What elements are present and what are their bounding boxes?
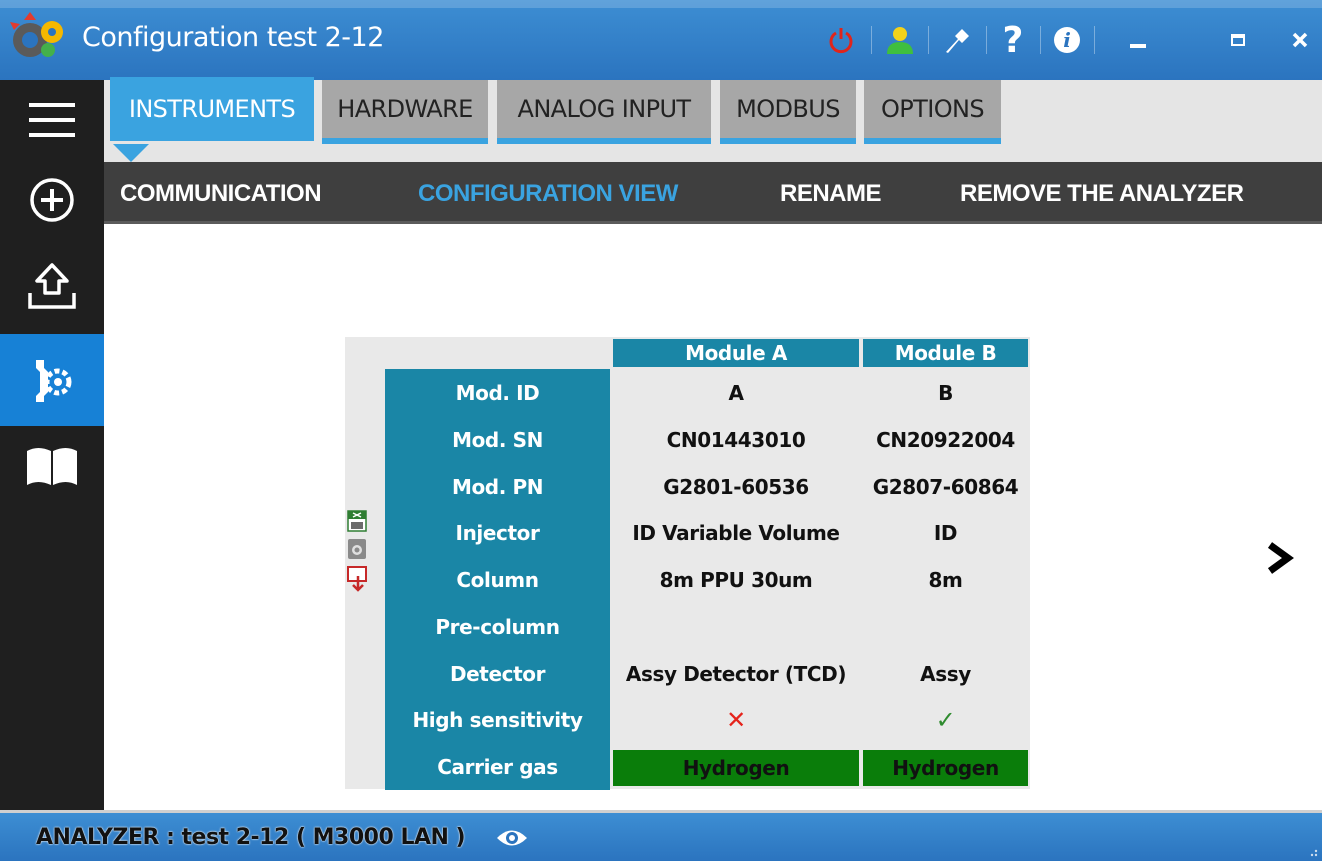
info-button[interactable]: i <box>1050 22 1084 58</box>
sidebar-menu-button[interactable] <box>0 80 104 160</box>
column-header-module-a: Module A <box>613 339 859 367</box>
title-bar: Configuration test 2-12 ? i <box>0 0 1322 80</box>
module-a-carrier-gas: Hydrogen <box>613 749 859 787</box>
sub-menu: COMMUNICATION CONFIGURATION VIEW RENAME … <box>104 162 1322 224</box>
submenu-configuration-view[interactable]: CONFIGURATION VIEW <box>418 180 678 208</box>
submenu-remove-analyzer[interactable]: REMOVE THE ANALYZER <box>960 180 1244 208</box>
window-title: Configuration test 2-12 <box>82 22 384 53</box>
module-b-mod-sn: CN20922004 <box>876 428 1015 453</box>
status-bar: ANALYZER : test 2-12 ( M3000 LAN ) <box>0 810 1322 861</box>
help-button[interactable]: ? <box>996 19 1030 61</box>
module-a-mod-sn: CN01443010 <box>666 428 806 453</box>
menu-icon <box>29 103 75 137</box>
resize-grip-icon[interactable] <box>1306 845 1318 857</box>
row-label: Carrier gas <box>385 743 610 791</box>
sidebar-upload-button[interactable] <box>0 240 104 332</box>
sidebar-documentation-button[interactable] <box>0 426 104 506</box>
maximize-button[interactable] <box>1218 22 1258 58</box>
sidebar-add-button[interactable] <box>0 160 104 240</box>
module-a-injector: ID Variable Volume <box>632 521 840 546</box>
tab-label: INSTRUMENTS <box>128 95 296 123</box>
configuration-table: Module A Module B Mod. ID A B Mod. SN CN0144… <box>345 337 1030 791</box>
minimize-icon <box>1130 44 1146 48</box>
submenu-rename[interactable]: RENAME <box>780 180 882 208</box>
column-header-module-b: Module B <box>863 339 1028 367</box>
row-label: High sensitivity <box>385 696 610 744</box>
module-a-pre-column <box>613 604 859 651</box>
tab-options[interactable]: OPTIONS <box>864 80 1001 144</box>
tab-label: OPTIONS <box>881 95 985 123</box>
module-b-high-sensitivity: ✓ <box>935 706 956 735</box>
module-b-pre-column <box>863 604 1028 651</box>
info-icon: i <box>1054 27 1080 53</box>
camera-icon[interactable] <box>347 538 367 560</box>
row-label: Mod. SN <box>385 416 610 464</box>
pdf-export-icon[interactable] <box>347 566 369 592</box>
module-b-detector: Assy <box>920 661 971 686</box>
tab-label: HARDWARE <box>337 95 473 123</box>
module-a-high-sensitivity: ✕ <box>726 706 746 735</box>
upload-icon <box>28 263 76 309</box>
power-icon <box>829 28 853 54</box>
minimize-button[interactable] <box>1118 22 1158 58</box>
tab-instruments[interactable]: INSTRUMENTS <box>110 77 314 141</box>
user-button[interactable] <box>882 22 918 58</box>
module-a-mod-pn: G2801-60536 <box>663 474 809 499</box>
maximize-icon <box>1231 34 1245 46</box>
close-button[interactable] <box>1280 22 1320 58</box>
sidebar <box>0 80 104 810</box>
analyzer-status: ANALYZER : test 2-12 ( M3000 LAN ) <box>36 825 466 850</box>
module-a-column: 8m PPU 30um <box>659 568 813 593</box>
table-actions <box>347 510 369 592</box>
power-button[interactable] <box>824 22 858 58</box>
tools-icon <box>946 29 969 53</box>
tab-analog-input[interactable]: ANALOG INPUT <box>497 80 711 144</box>
row-label: Pre-column <box>385 603 610 651</box>
sidebar-configuration-button[interactable] <box>0 334 104 426</box>
tab-hardware[interactable]: HARDWARE <box>322 80 488 144</box>
module-a-detector: Assy Detector (TCD) <box>625 661 847 686</box>
module-b-mod-pn: G2807-60864 <box>872 474 1019 499</box>
app-logo-icon <box>10 12 63 57</box>
tab-modbus[interactable]: MODBUS <box>720 80 856 144</box>
eye-icon[interactable] <box>495 827 529 849</box>
configuration-icon <box>36 360 72 402</box>
add-icon <box>30 178 74 222</box>
row-label: Column <box>385 556 610 604</box>
excel-export-icon[interactable] <box>347 510 367 532</box>
module-b-injector: ID <box>933 521 958 546</box>
next-page-button[interactable] <box>1262 540 1298 581</box>
active-tab-pointer <box>113 144 149 162</box>
row-label: Mod. ID <box>385 370 610 417</box>
module-b-column: 8m <box>928 568 963 593</box>
submenu-communication[interactable]: COMMUNICATION <box>120 180 322 208</box>
row-label: Mod. PN <box>385 463 610 511</box>
tab-label: ANALOG INPUT <box>517 95 692 123</box>
book-icon <box>27 448 77 485</box>
user-icon <box>887 27 913 54</box>
row-label: Injector <box>385 510 610 557</box>
close-icon <box>1292 32 1308 48</box>
tools-button[interactable] <box>940 22 974 58</box>
module-b-carrier-gas: Hydrogen <box>863 749 1028 787</box>
row-label: Detector <box>385 650 610 697</box>
module-a-mod-id: A <box>728 381 744 406</box>
chevron-right-icon <box>1267 542 1294 574</box>
help-icon: ? <box>1002 19 1024 61</box>
module-b-mod-id: B <box>938 381 953 406</box>
tab-label: MODBUS <box>736 95 840 123</box>
